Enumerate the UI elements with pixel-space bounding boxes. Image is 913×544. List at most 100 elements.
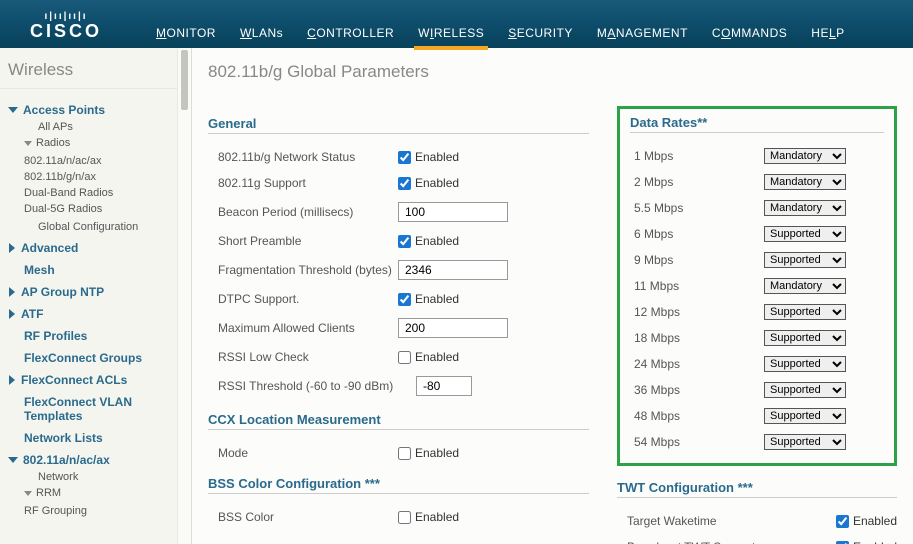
label-broadcast-twt: Broadcast TWT Support bbox=[627, 540, 836, 544]
header-bar: ı|ıı|ıı|ı CISCO MONITOR WLANs CONTROLLER… bbox=[0, 0, 913, 48]
sidebar-item-rrm[interactable]: RRM bbox=[24, 485, 175, 501]
input-max-clients[interactable] bbox=[398, 318, 508, 338]
rate-row: 6 MbpsMandatorySupported bbox=[630, 221, 884, 247]
text-enabled: Enabled bbox=[415, 150, 459, 164]
text-enabled: Enabled bbox=[853, 540, 897, 544]
brand-logo: ı|ıı|ıı|ı CISCO bbox=[0, 8, 122, 40]
rate-select[interactable]: MandatorySupported bbox=[764, 330, 846, 346]
sidebar-item-80211a[interactable]: 802.11a/n/ac/ax bbox=[8, 447, 175, 469]
rate-row: 9 MbpsMandatorySupported bbox=[630, 247, 884, 273]
rate-row: 2 MbpsMandatorySupported bbox=[630, 169, 884, 195]
section-bss-title: BSS Color Configuration *** bbox=[208, 476, 589, 494]
rate-select[interactable]: MandatorySupported bbox=[764, 434, 846, 450]
rate-row: 36 MbpsMandatorySupported bbox=[630, 377, 884, 403]
checkbox-g-support[interactable] bbox=[398, 177, 411, 190]
sidebar-item-radio-b[interactable]: 802.11b/g/n/ax bbox=[24, 169, 175, 185]
label-network-status: 802.11b/g Network Status bbox=[218, 150, 398, 164]
sidebar-scrollbar[interactable] bbox=[177, 48, 191, 544]
caret-right-icon bbox=[9, 375, 15, 385]
sidebar-item-access-points[interactable]: Access Points bbox=[8, 97, 175, 119]
sidebar-item-advanced[interactable]: Advanced bbox=[8, 235, 175, 257]
nav-management[interactable]: MANAGEMENT bbox=[593, 18, 692, 48]
section-general-title: General bbox=[208, 116, 589, 134]
sidebar-item-dual-5g[interactable]: Dual-5G Radios bbox=[24, 201, 175, 217]
label-frag-threshold: Fragmentation Threshold (bytes) bbox=[218, 263, 398, 277]
label-g-support: 802.11g Support bbox=[218, 176, 398, 190]
sidebar-item-network[interactable]: Network bbox=[24, 469, 175, 485]
sidebar-item-radio-a[interactable]: 802.11a/n/ac/ax bbox=[24, 153, 175, 169]
sidebar: Wireless Access Points All APs Radios 80… bbox=[0, 48, 192, 544]
nav-controller[interactable]: CONTROLLER bbox=[303, 18, 398, 48]
checkbox-short-preamble[interactable] bbox=[398, 235, 411, 248]
rate-label: 54 Mbps bbox=[634, 435, 764, 449]
text-enabled: Enabled bbox=[415, 234, 459, 248]
checkbox-ccx-mode[interactable] bbox=[398, 447, 411, 460]
nav-security[interactable]: SECURITY bbox=[504, 18, 577, 48]
checkbox-target-waketime[interactable] bbox=[836, 515, 849, 528]
sidebar-item-radios[interactable]: Radios bbox=[24, 135, 175, 151]
text-enabled: Enabled bbox=[415, 446, 459, 460]
nav-wireless[interactable]: WIRELESS bbox=[414, 18, 488, 48]
sidebar-item-dual-band[interactable]: Dual-Band Radios bbox=[24, 185, 175, 201]
rate-select[interactable]: MandatorySupported bbox=[764, 278, 846, 294]
nav-monitor[interactable]: MONITOR bbox=[152, 18, 220, 48]
rate-select[interactable]: MandatorySupported bbox=[764, 408, 846, 424]
section-ccx-title: CCX Location Measurement bbox=[208, 412, 589, 430]
section-data-rates-title: Data Rates** bbox=[630, 115, 884, 133]
sidebar-item-all-aps[interactable]: All APs bbox=[24, 119, 175, 135]
rate-row: 48 MbpsMandatorySupported bbox=[630, 403, 884, 429]
sidebar-item-flexconnect-groups[interactable]: FlexConnect Groups bbox=[8, 345, 175, 367]
rate-select[interactable]: MandatorySupported bbox=[764, 252, 846, 268]
label-max-clients: Maximum Allowed Clients bbox=[218, 321, 398, 335]
rate-select[interactable]: MandatorySupported bbox=[764, 356, 846, 372]
section-twt-title: TWT Configuration *** bbox=[617, 480, 897, 498]
sidebar-item-mesh[interactable]: Mesh bbox=[8, 257, 175, 279]
nav-commands[interactable]: COMMANDS bbox=[708, 18, 791, 48]
sidebar-item-global-config[interactable]: Global Configuration bbox=[24, 219, 175, 235]
sidebar-item-flexconnect-vlan[interactable]: FlexConnect VLAN Templates bbox=[8, 389, 175, 425]
rate-label: 12 Mbps bbox=[634, 305, 764, 319]
sidebar-item-ap-group-ntp[interactable]: AP Group NTP bbox=[8, 279, 175, 301]
nav-wlans[interactable]: WLANs bbox=[236, 18, 287, 48]
rate-select[interactable]: MandatorySupported bbox=[764, 382, 846, 398]
sidebar-item-atf[interactable]: ATF bbox=[8, 301, 175, 323]
rate-row: 1 MbpsMandatorySupported bbox=[630, 143, 884, 169]
label-ccx-mode: Mode bbox=[218, 446, 398, 460]
sidebar-title: Wireless bbox=[0, 48, 191, 89]
checkbox-bss-color[interactable] bbox=[398, 511, 411, 524]
rate-row: 24 MbpsMandatorySupported bbox=[630, 351, 884, 377]
input-frag-threshold[interactable] bbox=[398, 260, 508, 280]
rate-label: 11 Mbps bbox=[634, 279, 764, 293]
checkbox-dtpc[interactable] bbox=[398, 293, 411, 306]
checkbox-broadcast-twt[interactable] bbox=[836, 541, 849, 544]
rate-label: 6 Mbps bbox=[634, 227, 764, 241]
rate-select[interactable]: MandatorySupported bbox=[764, 174, 846, 190]
text-enabled: Enabled bbox=[415, 350, 459, 364]
sidebar-item-rf-profiles[interactable]: RF Profiles bbox=[8, 323, 175, 345]
rate-label: 36 Mbps bbox=[634, 383, 764, 397]
rate-select[interactable]: MandatorySupported bbox=[764, 200, 846, 216]
label-rssi-low: RSSI Low Check bbox=[218, 350, 398, 364]
data-rates-panel: Data Rates** 1 MbpsMandatorySupported2 M… bbox=[617, 106, 897, 466]
sidebar-item-rf-grouping[interactable]: RF Grouping bbox=[24, 503, 175, 519]
sidebar-item-network-lists[interactable]: Network Lists bbox=[8, 425, 175, 447]
rate-select[interactable]: MandatorySupported bbox=[764, 304, 846, 320]
input-beacon-period[interactable] bbox=[398, 202, 508, 222]
rate-label: 24 Mbps bbox=[634, 357, 764, 371]
input-rssi-threshold[interactable] bbox=[416, 376, 472, 396]
checkbox-rssi-low[interactable] bbox=[398, 351, 411, 364]
rate-label: 9 Mbps bbox=[634, 253, 764, 267]
nav-help[interactable]: HELP bbox=[807, 18, 848, 48]
rate-select[interactable]: MandatorySupported bbox=[764, 226, 846, 242]
label-bss-color: BSS Color bbox=[218, 510, 398, 524]
rate-select[interactable]: MandatorySupported bbox=[764, 148, 846, 164]
page-title: 802.11b/g Global Parameters bbox=[208, 62, 897, 82]
caret-down-icon bbox=[8, 107, 18, 113]
rate-row: 12 MbpsMandatorySupported bbox=[630, 299, 884, 325]
rate-label: 1 Mbps bbox=[634, 149, 764, 163]
text-enabled: Enabled bbox=[853, 514, 897, 528]
text-enabled: Enabled bbox=[415, 292, 459, 306]
sidebar-item-flexconnect-acls[interactable]: FlexConnect ACLs bbox=[8, 367, 175, 389]
checkbox-network-status[interactable] bbox=[398, 151, 411, 164]
label-target-waketime: Target Waketime bbox=[627, 514, 836, 528]
